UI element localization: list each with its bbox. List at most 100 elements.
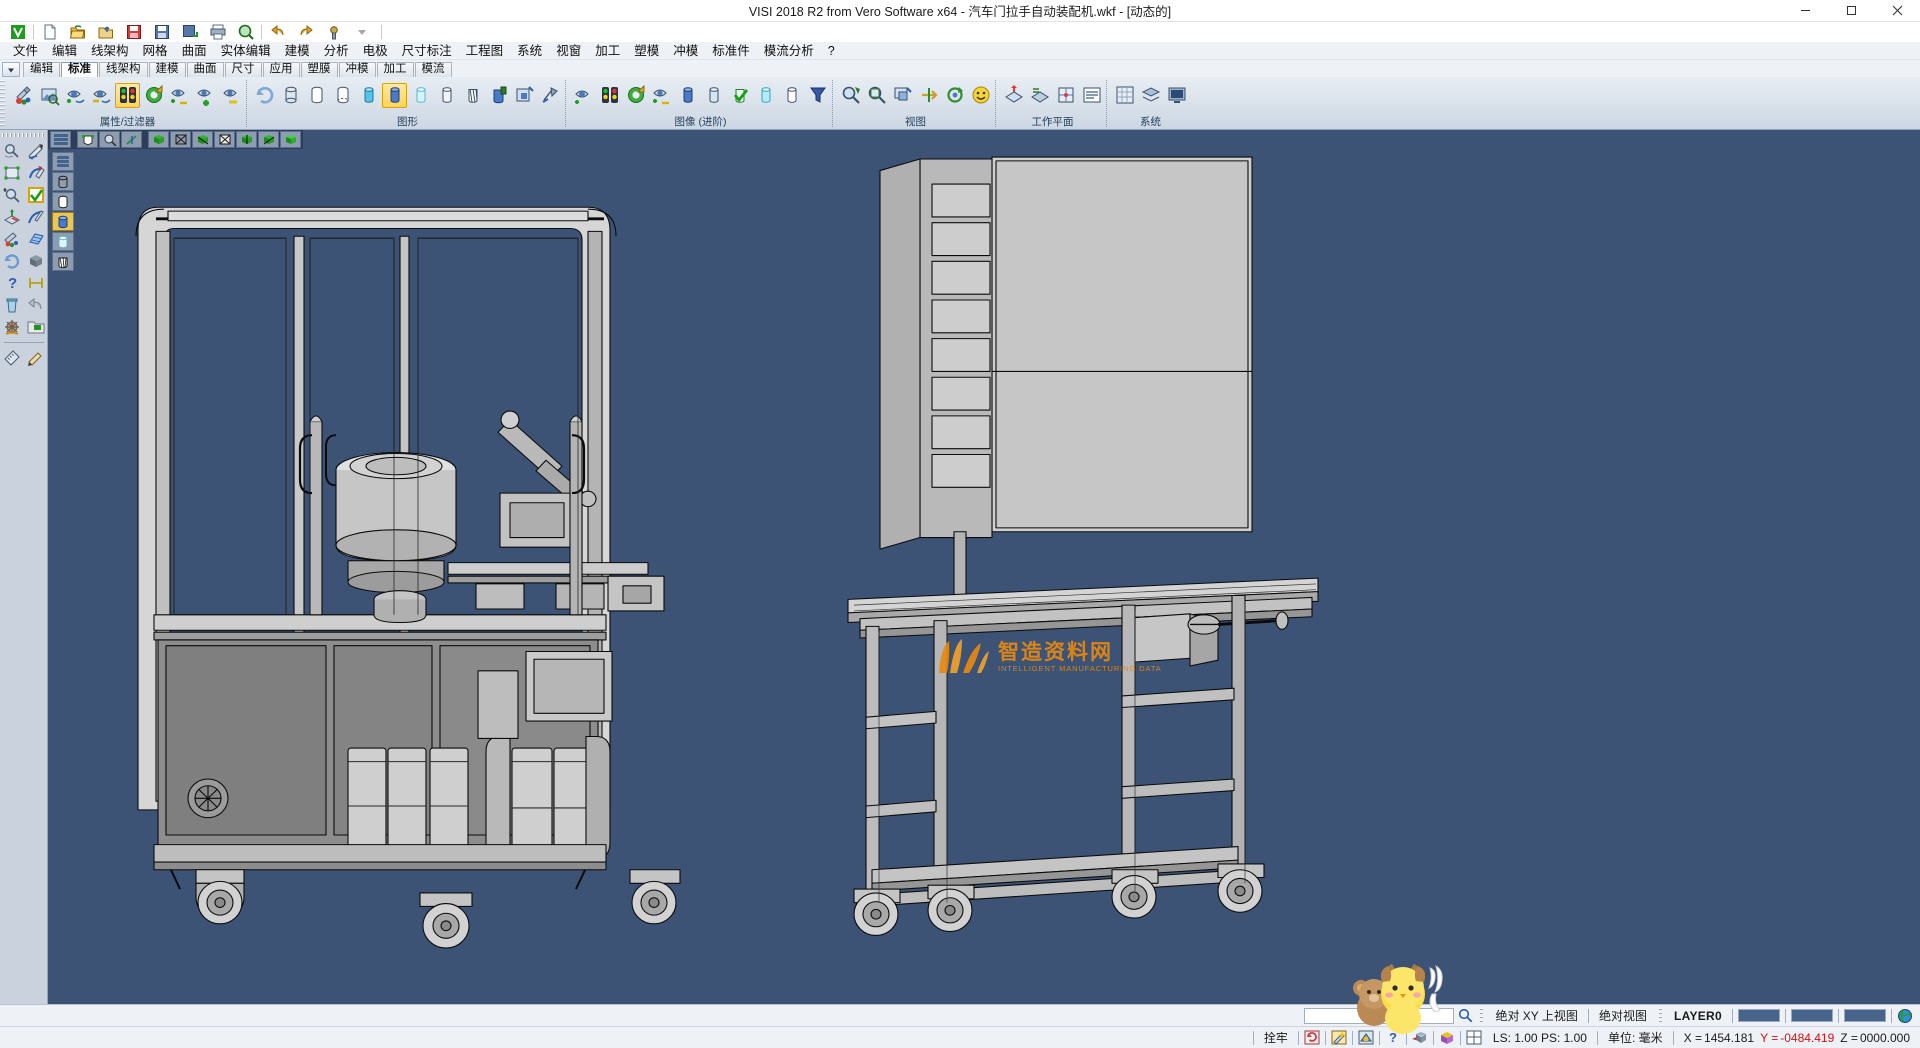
shade-white-icon[interactable] — [77, 131, 98, 148]
iso-view-7-icon[interactable] — [280, 131, 301, 148]
iso-view-2-icon[interactable] — [170, 131, 191, 148]
menu-item-16[interactable]: 标准件 — [705, 42, 757, 60]
pan-icon[interactable] — [916, 83, 941, 108]
import-icon[interactable] — [93, 20, 118, 45]
refresh-view-icon[interactable] — [141, 83, 166, 108]
menu-item-18[interactable]: ? — [821, 42, 842, 60]
zoom-window-icon[interactable] — [838, 83, 863, 108]
save-icon[interactable] — [121, 20, 146, 45]
menu-item-10[interactable]: 工程图 — [459, 42, 511, 60]
system-grid-icon[interactable] — [1112, 83, 1137, 108]
tab-modeling[interactable]: 建模 — [149, 62, 186, 77]
entity-status-icon[interactable] — [1409, 1028, 1431, 1047]
image-check-icon[interactable] — [727, 83, 752, 108]
shade-gray-icon[interactable] — [99, 131, 120, 148]
undo-icon[interactable] — [265, 20, 290, 45]
tab-progress-die[interactable]: 冲模 — [339, 62, 376, 77]
app-logo-icon[interactable] — [5, 20, 30, 45]
tab-machining[interactable]: 加工 — [377, 62, 414, 77]
solid-status-icon[interactable] — [1436, 1028, 1458, 1047]
entity-info-icon[interactable] — [37, 83, 62, 108]
dimension-icon[interactable] — [24, 272, 48, 294]
window-layout-icon[interactable] — [1463, 1028, 1485, 1047]
zoom-all-icon[interactable] — [864, 83, 889, 108]
helm-icon[interactable] — [0, 316, 24, 338]
zoom-in-out-icon[interactable] — [0, 184, 24, 206]
hide-entity-icon[interactable] — [89, 83, 114, 108]
magnifier-icon[interactable] — [1454, 1006, 1476, 1025]
view-mode-label[interactable]: 绝对 XY 上视图 — [1487, 1006, 1585, 1026]
open-folder-icon[interactable] — [24, 316, 48, 338]
remove-visible-icon[interactable] — [219, 83, 244, 108]
menu-item-15[interactable]: 冲模 — [666, 42, 705, 60]
menu-item-17[interactable]: 模流分析 — [757, 42, 821, 60]
tab-overflow-button[interactable] — [2, 62, 20, 77]
shaded-solid-icon[interactable] — [382, 83, 407, 108]
print-icon[interactable] — [205, 20, 230, 45]
hidden-line-dashed-icon[interactable] — [330, 83, 355, 108]
workplane-align-icon[interactable] — [1027, 83, 1052, 108]
zoom-select-icon[interactable] — [0, 140, 24, 162]
menu-item-12[interactable]: 视窗 — [549, 42, 588, 60]
minimize-button[interactable] — [1782, 0, 1828, 22]
redo-icon[interactable] — [293, 20, 318, 45]
iso-view-1-icon[interactable] — [148, 131, 169, 148]
tab-flow[interactable]: 模流 — [415, 62, 452, 77]
system-layers-icon[interactable] — [1138, 83, 1163, 108]
globe-icon[interactable] — [1894, 1006, 1916, 1025]
tab-mould[interactable]: 塑膜 — [301, 62, 338, 77]
maximize-button[interactable] — [1828, 0, 1874, 22]
workplane-define-icon[interactable] — [1001, 83, 1026, 108]
show-entity-icon[interactable] — [63, 83, 88, 108]
solid-cube-icon[interactable] — [24, 250, 48, 272]
save-as-icon[interactable] — [149, 20, 174, 45]
color-swatch-3[interactable] — [1844, 1009, 1886, 1022]
tab-wireframe[interactable]: 线架构 — [99, 62, 148, 77]
wireframe-icon[interactable] — [278, 83, 303, 108]
system-config-icon[interactable] — [1164, 83, 1189, 108]
cylinder-transparent-icon[interactable] — [52, 232, 74, 251]
section-icon[interactable] — [460, 83, 485, 108]
open-file-icon[interactable] — [65, 20, 90, 45]
image-outline-icon[interactable] — [779, 83, 804, 108]
chevron-down-icon[interactable] — [349, 20, 374, 45]
rotate-view-icon[interactable] — [942, 83, 967, 108]
curve-edit-icon[interactable] — [24, 162, 48, 184]
iso-view-5-icon[interactable] — [236, 131, 257, 148]
measure-icon[interactable] — [0, 347, 24, 369]
hidden-line-icon[interactable] — [304, 83, 329, 108]
render-quality-icon[interactable] — [486, 83, 511, 108]
cylinder-mesh-icon[interactable] — [52, 252, 74, 271]
regen-status-icon[interactable] — [1301, 1028, 1323, 1047]
menu-item-14[interactable]: 塑模 — [627, 42, 666, 60]
shaded-edges-icon[interactable] — [434, 83, 459, 108]
active-layer-label[interactable]: LAYER0 — [1666, 1006, 1730, 1026]
tab-edit[interactable]: 编辑 — [23, 62, 60, 77]
left-toolbar-grip[interactable] — [2, 133, 46, 137]
preview-icon[interactable] — [233, 20, 258, 45]
view-smiley-icon[interactable] — [968, 83, 993, 108]
confirm-check-icon[interactable] — [24, 184, 48, 206]
surface-grid-icon[interactable] — [24, 228, 48, 250]
toggle-visibility-icon[interactable] — [167, 83, 192, 108]
menu-item-13[interactable]: 加工 — [588, 42, 627, 60]
image-funnel-icon[interactable] — [805, 83, 830, 108]
image-traffic-light-icon[interactable] — [597, 83, 622, 108]
image-shade-blue-icon[interactable] — [675, 83, 700, 108]
draw-line-icon[interactable] — [24, 140, 48, 162]
undo-arrow-icon[interactable] — [24, 294, 48, 316]
layers-icon[interactable] — [50, 131, 71, 148]
iso-view-3-icon[interactable] — [192, 131, 213, 148]
view-type-label[interactable]: 绝对视图 — [1591, 1006, 1655, 1026]
color-swatch-1[interactable] — [1738, 1009, 1780, 1022]
tab-application[interactable]: 应用 — [263, 62, 300, 77]
model-viewport[interactable] — [48, 130, 1920, 1004]
cylinder-wire-icon[interactable] — [52, 172, 74, 191]
close-button[interactable] — [1874, 0, 1920, 22]
settings-icon[interactable] — [321, 20, 346, 45]
workplane-origin-icon[interactable] — [1053, 83, 1078, 108]
ribbon-drag-grip[interactable] — [0, 80, 5, 126]
cylinder-shaded-icon[interactable] — [52, 212, 74, 231]
search-input[interactable] — [1304, 1008, 1454, 1024]
cylinder-hidden-icon[interactable] — [52, 192, 74, 211]
